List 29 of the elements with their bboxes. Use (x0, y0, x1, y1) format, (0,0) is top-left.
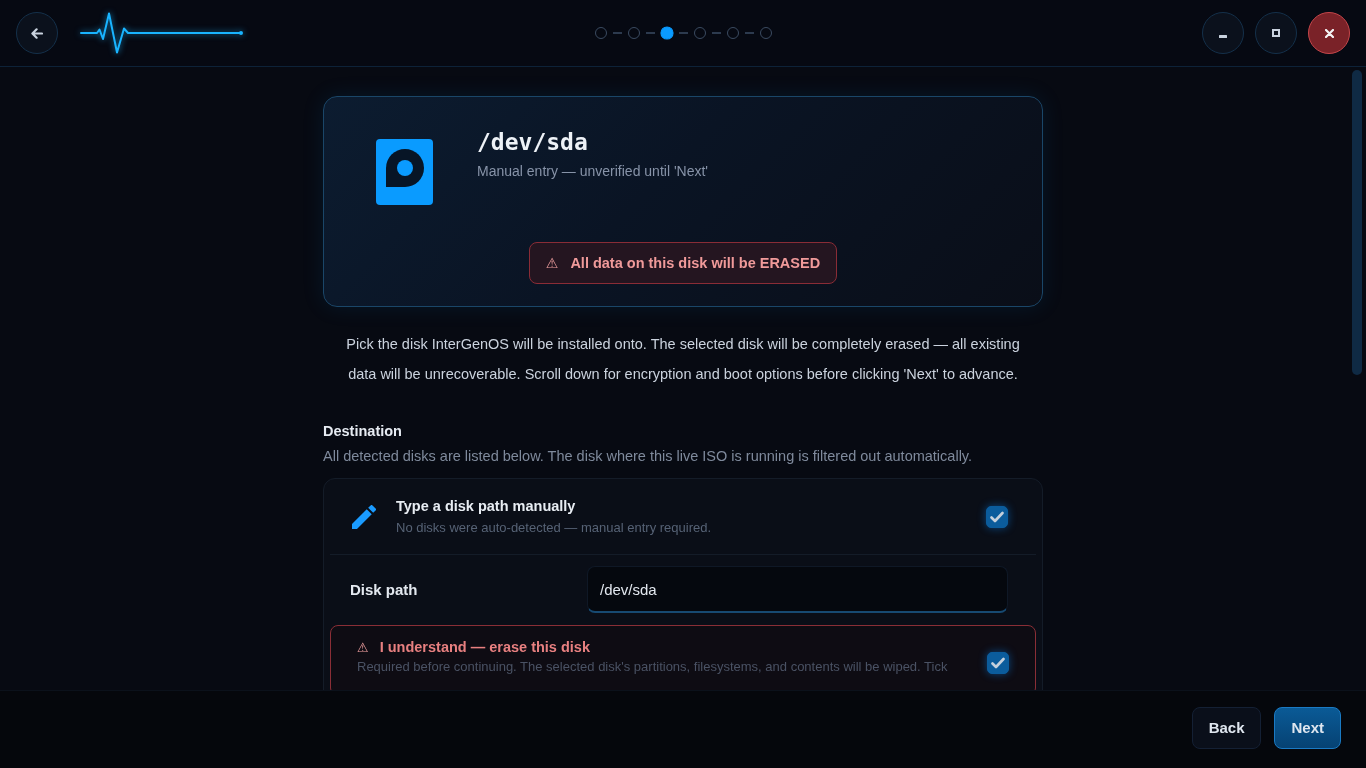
back-arrow-button[interactable] (16, 12, 58, 54)
warning-text: All data on this disk will be ERASED (570, 255, 821, 271)
intro-text: Pick the disk InterGenOS will be installed onto. The selected disk will be completely erased — all existing data will be unrecoverable. Scroll down for encryption and boot options before clicking 'Next' to advance. (345, 335, 1021, 384)
close-button[interactable] (1308, 12, 1350, 54)
warning-icon: ⚠ (545, 256, 559, 270)
disk-subtitle: Manual entry — unverified until 'Next' (477, 162, 708, 181)
pencil-icon (352, 504, 376, 529)
confirm-title: I understand — erase this disk (379, 638, 590, 656)
option-title: Type a disk path manually (396, 497, 577, 515)
disk-title: /dev/sda (477, 129, 589, 155)
next-button[interactable]: Next (1274, 706, 1341, 749)
section-heading: Destination (323, 422, 403, 441)
checkbox[interactable] (986, 505, 1008, 528)
disk-path-input[interactable]: /dev/sda (587, 566, 1008, 613)
back-button[interactable]: Back (1191, 706, 1262, 749)
minimize-icon (1219, 34, 1227, 38)
option-description: No disks were auto-detected — manual entry required. (396, 519, 713, 536)
checkbox[interactable] (987, 652, 1009, 674)
field-label: Disk path (350, 581, 419, 598)
confirm-description: Required before continuing. The selected disk's partitions, filesystems, and contents will be wiped. Tick (357, 659, 949, 675)
check-icon (990, 510, 1004, 523)
close-icon (1324, 28, 1334, 38)
maximize-button[interactable] (1255, 12, 1297, 54)
section-description: All detected disks are listed below. The disk where this live ISO is running is filtered out automatically. (323, 447, 974, 466)
check-icon (991, 657, 1005, 669)
maximize-icon (1272, 29, 1280, 37)
warning-icon: ⚠ (357, 640, 369, 654)
scrollbar-thumb[interactable] (1352, 70, 1362, 375)
arrow-left-icon (31, 27, 43, 39)
